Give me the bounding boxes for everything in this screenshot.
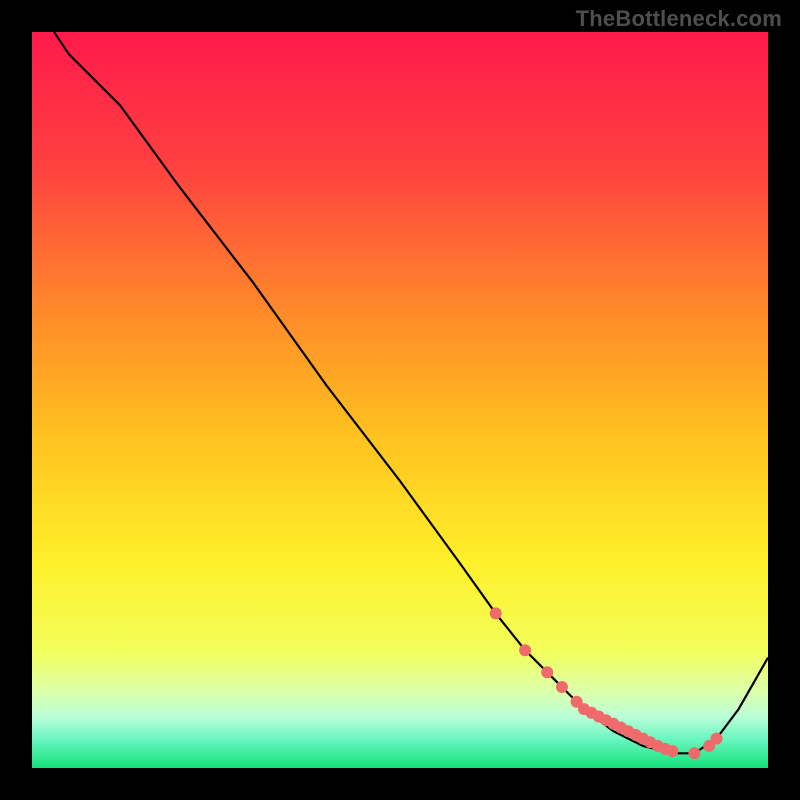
plot-background	[32, 32, 768, 768]
optimal-point	[490, 607, 502, 619]
optimal-point	[556, 681, 568, 693]
optimal-point	[688, 747, 700, 759]
optimal-point	[711, 733, 723, 745]
watermark-text: TheBottleneck.com	[576, 6, 782, 32]
optimal-point	[541, 666, 553, 678]
bottleneck-chart	[0, 0, 800, 800]
optimal-point	[519, 644, 531, 656]
chart-stage: TheBottleneck.com	[0, 0, 800, 800]
optimal-point	[666, 745, 678, 757]
